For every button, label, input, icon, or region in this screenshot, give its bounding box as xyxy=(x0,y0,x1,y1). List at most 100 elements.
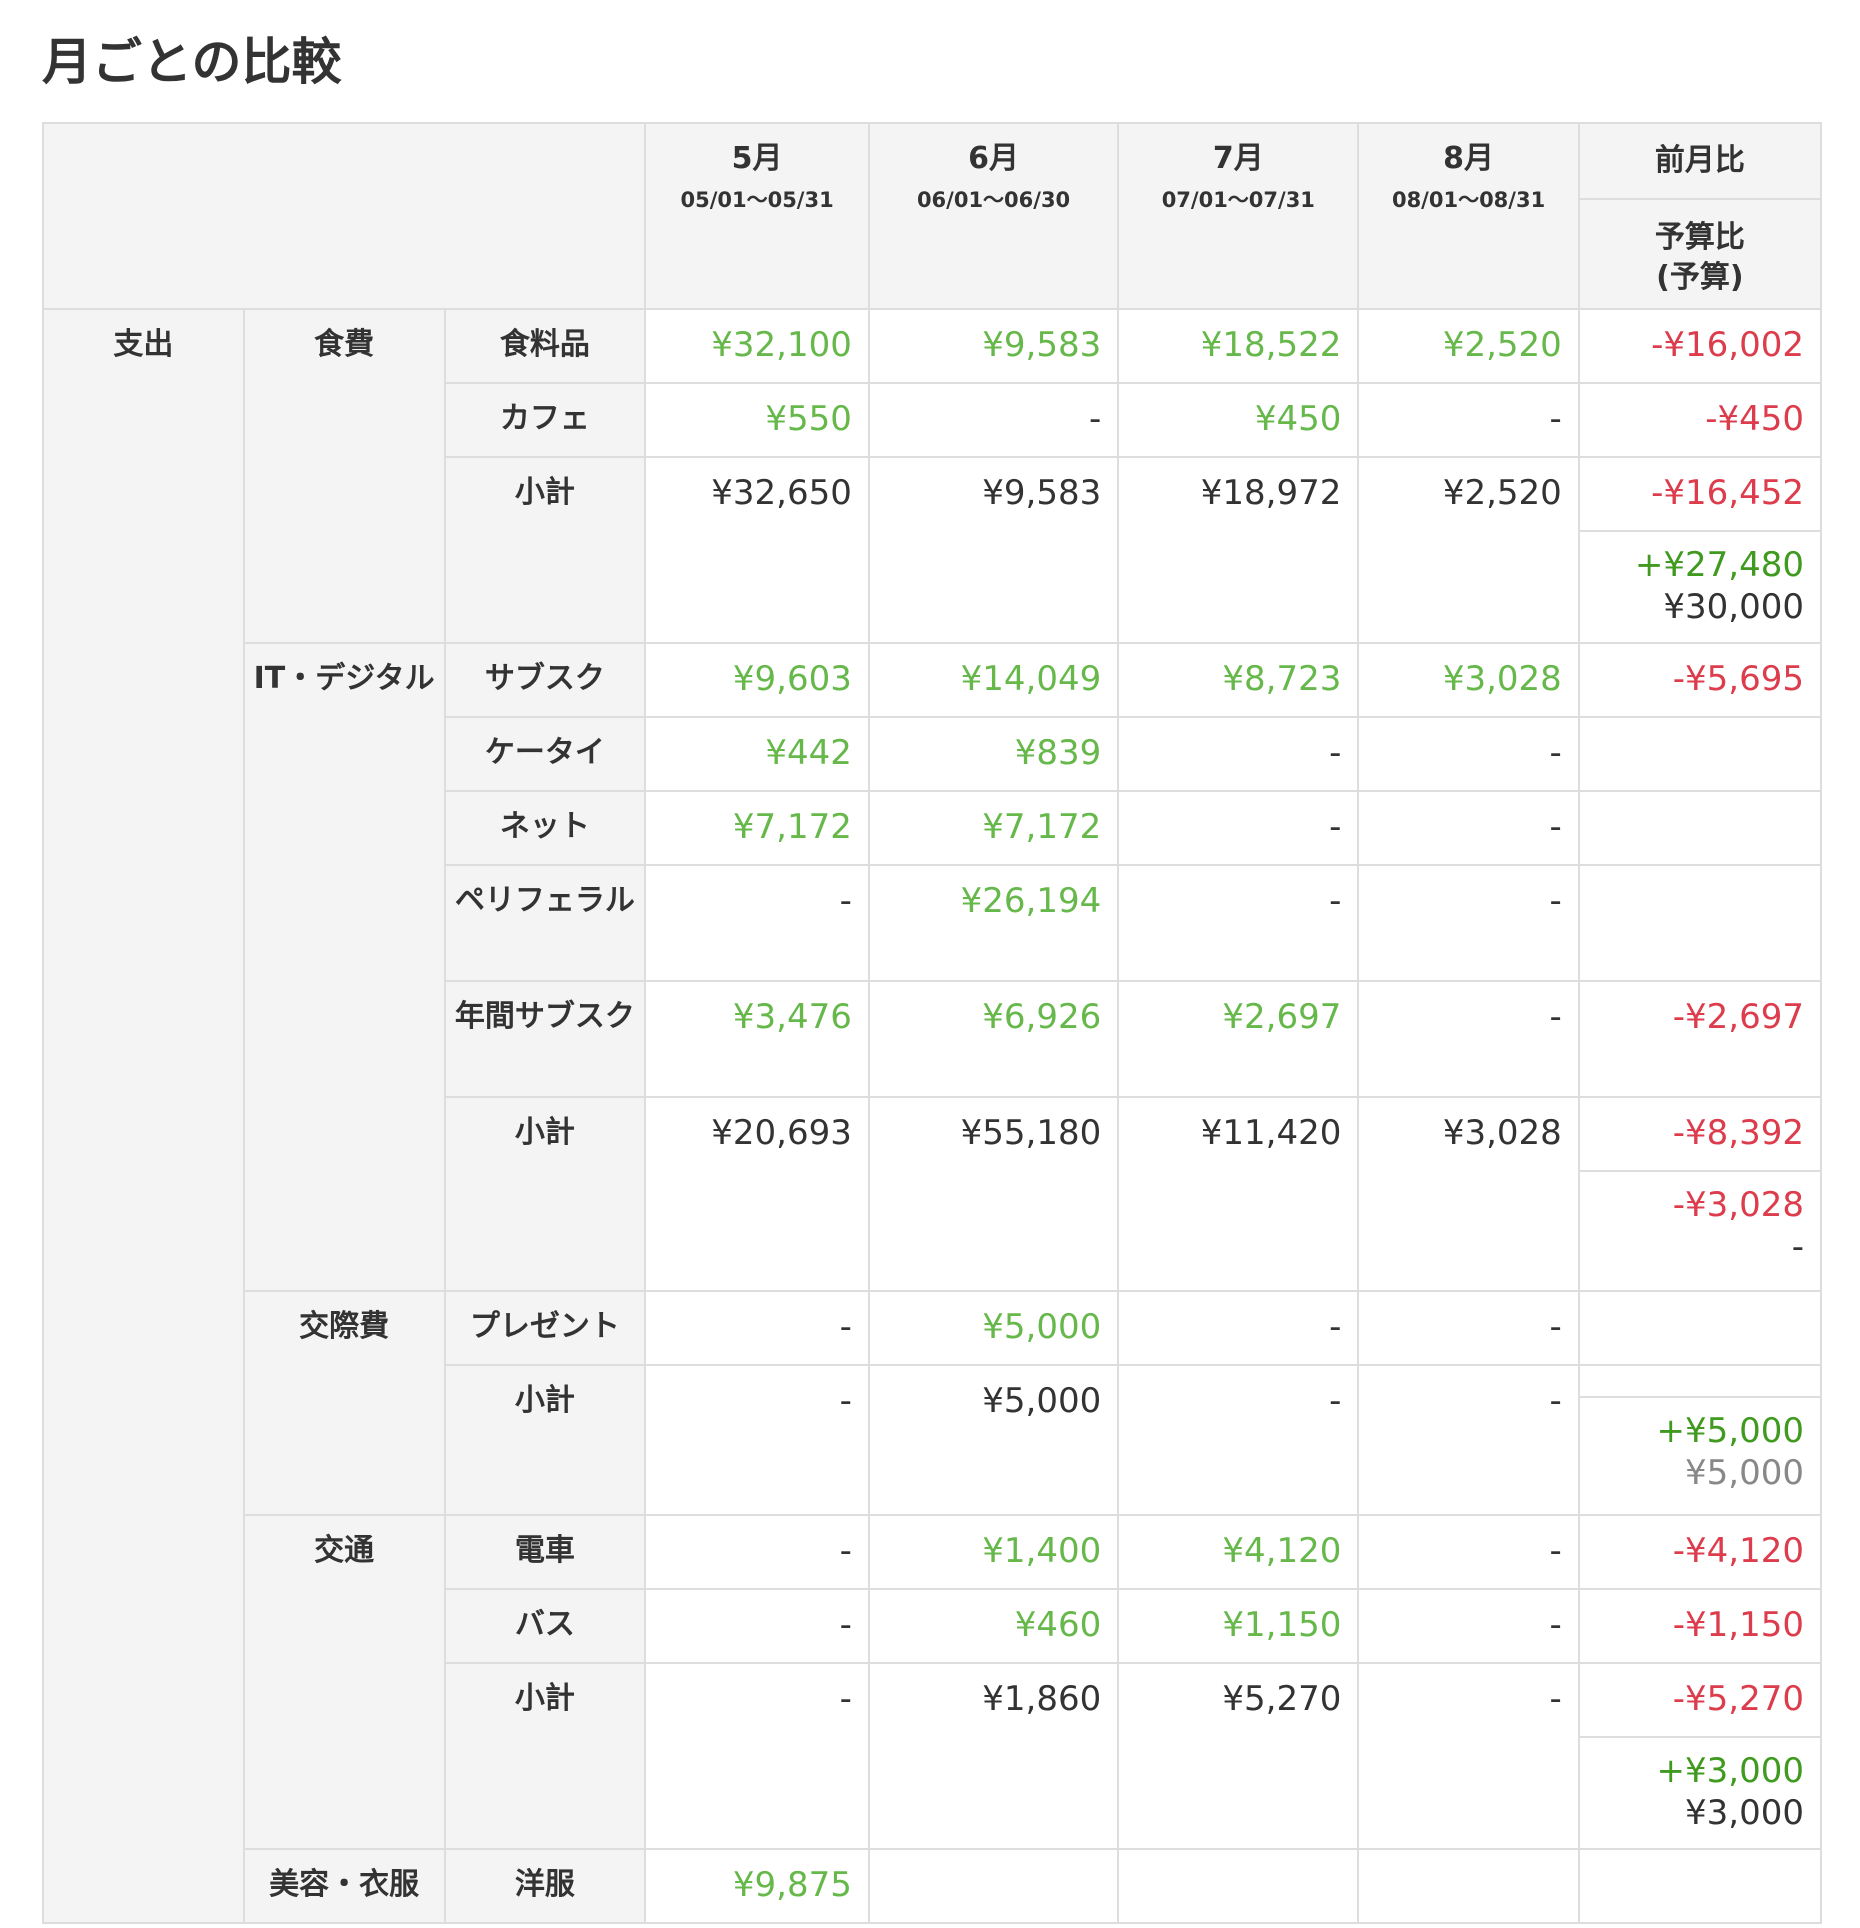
group-label: 食費 xyxy=(242,308,446,644)
value-cell: ¥18,522 xyxy=(1117,308,1360,384)
value-cell: ¥5,000 xyxy=(867,1364,1120,1516)
mom-value: -¥5,270 xyxy=(1580,1665,1819,1738)
table-row: 交通 電車 - ¥1,400 ¥4,120 - -¥4,120 xyxy=(43,1514,1823,1850)
mom-label: 前月比 xyxy=(1580,125,1819,200)
mom-cell: -¥450 xyxy=(1577,382,1823,458)
value-cell: - xyxy=(644,1514,870,1590)
budget-sub-label: (予算) xyxy=(1656,260,1744,295)
value-cell: ¥26,194 xyxy=(867,864,1120,982)
value-cell: ¥7,172 xyxy=(644,790,870,866)
mom-cell xyxy=(1577,1290,1823,1366)
value-cell: ¥550 xyxy=(644,382,870,458)
monthly-comparison-table: 5月 05/01〜05/31 6月 06/01〜06/30 7月 07/01〜0… xyxy=(41,122,1823,1924)
value-cell: ¥3,028 xyxy=(1357,1096,1580,1292)
value-cell: - xyxy=(1117,1364,1360,1516)
value-cell: - xyxy=(1357,716,1580,792)
page-title: 月ごとの比較 xyxy=(42,33,342,91)
value-cell: - xyxy=(1357,1514,1580,1590)
value-cell: ¥9,583 xyxy=(867,308,1120,384)
mom-cell xyxy=(1577,1848,1823,1924)
value-cell: ¥3,476 xyxy=(644,980,870,1098)
value-cell: ¥18,972 xyxy=(1117,456,1360,644)
value-cell: ¥5,270 xyxy=(1117,1662,1360,1850)
mom-cell: -¥5,695 xyxy=(1577,642,1823,718)
month-header-may: 5月 05/01〜05/31 xyxy=(644,122,870,310)
value-cell: ¥8,723 xyxy=(1117,642,1360,718)
group-label: 交際費 xyxy=(242,1290,446,1516)
value-cell: - xyxy=(867,382,1120,458)
value-cell: ¥14,049 xyxy=(867,642,1120,718)
value-cell xyxy=(867,1848,1120,1924)
mom-cell: -¥1,150 xyxy=(1577,1588,1823,1664)
budget-diff: +¥5,000 xyxy=(1656,1411,1804,1451)
section-label: 支出 xyxy=(42,308,245,1924)
value-cell: ¥442 xyxy=(644,716,870,792)
value-cell: - xyxy=(1357,1588,1580,1664)
month-header-jun: 6月 06/01〜06/30 xyxy=(867,122,1120,310)
value-cell: ¥460 xyxy=(867,1588,1120,1664)
value-cell: - xyxy=(1117,864,1360,982)
value-cell: - xyxy=(1357,980,1580,1098)
comparison-cell: -¥5,270 +¥3,000 ¥3,000 xyxy=(1577,1662,1823,1850)
value-cell: - xyxy=(1357,864,1580,982)
item-label: バス xyxy=(443,1588,647,1664)
item-label: ケータイ xyxy=(443,716,647,792)
value-cell: ¥2,520 xyxy=(1357,456,1580,644)
value-cell: - xyxy=(644,864,870,982)
value-cell: - xyxy=(1357,1662,1580,1850)
value-cell: - xyxy=(1117,716,1360,792)
month-range: 07/01〜07/31 xyxy=(1161,188,1315,212)
mom-cell xyxy=(1577,790,1823,866)
item-label: 洋服 xyxy=(443,1848,647,1924)
budget-amount: ¥3,000 xyxy=(1685,1793,1804,1833)
budget-diff: +¥3,000 xyxy=(1656,1751,1804,1791)
value-cell xyxy=(1357,1848,1580,1924)
value-cell: ¥32,650 xyxy=(644,456,870,644)
value-cell: - xyxy=(1357,382,1580,458)
month-range: 08/01〜08/31 xyxy=(1391,188,1546,212)
item-label: ネット xyxy=(443,790,647,866)
value-cell: ¥1,400 xyxy=(867,1514,1120,1590)
comparison-cell: -¥16,452 +¥27,480 ¥30,000 xyxy=(1577,456,1823,644)
value-cell: ¥1,150 xyxy=(1117,1588,1360,1664)
table-row: IT・デジタル サブスク ¥9,603 ¥14,049 ¥8,723 ¥3,02… xyxy=(43,642,1823,1292)
value-cell: - xyxy=(644,1662,870,1850)
month-name: 7月 xyxy=(1212,141,1264,176)
item-label: 食料品 xyxy=(443,308,647,384)
comparison-header: 前月比 予算比 (予算) xyxy=(1577,122,1823,310)
budget-amount: ¥5,000 xyxy=(1685,1453,1804,1493)
header-row: 5月 05/01〜05/31 6月 06/01〜06/30 7月 07/01〜0… xyxy=(41,122,1823,310)
group-label: 美容・衣服 xyxy=(242,1848,446,1924)
value-cell: - xyxy=(1117,1290,1360,1366)
value-cell: - xyxy=(1117,790,1360,866)
month-name: 8月 xyxy=(1443,141,1494,176)
value-cell: ¥2,520 xyxy=(1357,308,1580,384)
value-cell: - xyxy=(644,1290,870,1366)
mom-value xyxy=(1580,1367,1819,1398)
budget-amount: ¥30,000 xyxy=(1663,587,1804,627)
item-label: ペリフェラル xyxy=(443,864,647,982)
item-label: 電車 xyxy=(443,1514,647,1590)
item-label: サブスク xyxy=(443,642,647,718)
value-cell: ¥6,926 xyxy=(867,980,1120,1098)
value-cell: - xyxy=(644,1588,870,1664)
table-row: 交際費 プレゼント - ¥5,000 - - xyxy=(43,1290,1823,1516)
value-cell: ¥11,420 xyxy=(1117,1096,1360,1292)
value-cell: - xyxy=(644,1364,870,1516)
value-cell xyxy=(1117,1848,1360,1924)
mom-value: -¥16,452 xyxy=(1580,459,1819,532)
header-corner xyxy=(41,122,647,310)
value-cell: ¥839 xyxy=(867,716,1120,792)
value-cell: - xyxy=(1357,790,1580,866)
value-cell: ¥9,875 xyxy=(644,1848,870,1924)
comparison-cell: -¥8,392 -¥3,028 - xyxy=(1577,1096,1823,1292)
value-cell: ¥1,860 xyxy=(867,1662,1120,1850)
value-cell: - xyxy=(1357,1364,1580,1516)
mom-cell: -¥4,120 xyxy=(1577,1514,1823,1590)
value-cell: ¥3,028 xyxy=(1357,642,1580,718)
value-cell: - xyxy=(1357,1290,1580,1366)
subtotal-label: 小計 xyxy=(443,1364,647,1516)
value-cell: ¥32,100 xyxy=(644,308,870,384)
month-range: 06/01〜06/30 xyxy=(916,188,1071,212)
month-range: 05/01〜05/31 xyxy=(680,188,834,212)
